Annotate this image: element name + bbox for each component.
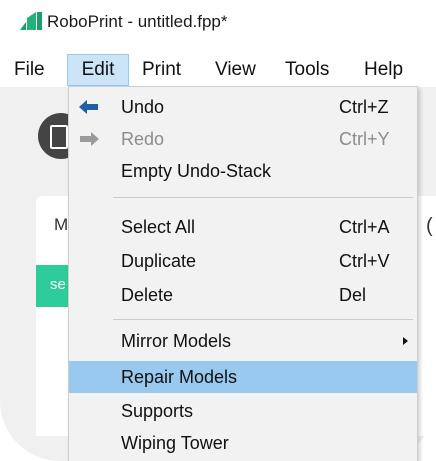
menu-item-label: Duplicate	[121, 251, 197, 271]
menu-separator	[113, 197, 413, 198]
menu-item-label: Wiping Tower	[121, 433, 229, 453]
menu-item-shortcut: Ctrl+V	[339, 251, 390, 271]
panel-edge-glyph: (	[426, 215, 433, 237]
menu-edit[interactable]: Edit	[67, 54, 129, 86]
menu-item-delete[interactable]: Delete Del	[69, 279, 417, 311]
menu-item-wiping-tower[interactable]: Wiping Tower	[69, 427, 417, 459]
menu-item-label: Empty Undo-Stack	[121, 161, 272, 181]
menu-item-select-all[interactable]: Select All Ctrl+A	[69, 211, 417, 243]
menu-tools[interactable]: Tools	[285, 54, 329, 86]
menu-item-undo[interactable]: Undo Ctrl+Z	[69, 91, 417, 123]
arrow-right-icon	[80, 132, 99, 146]
menu-item-repair-models[interactable]: Repair Models	[69, 361, 417, 393]
menu-item-mirror-models[interactable]: Mirror Models	[69, 325, 417, 357]
menu-bar: File Edit Print View Tools Help	[0, 54, 436, 86]
menu-item-shortcut: Del	[339, 285, 367, 305]
document-icon	[50, 125, 68, 149]
menu-item-supports[interactable]: Supports	[69, 395, 417, 427]
menu-item-shortcut: Ctrl+A	[339, 217, 390, 237]
menu-item-shortcut: Ctrl+Z	[339, 97, 389, 117]
menu-print[interactable]: Print	[142, 54, 181, 86]
menu-item-label: Delete	[121, 285, 174, 305]
menu-item-label: Repair Models	[121, 367, 238, 387]
menu-item-duplicate[interactable]: Duplicate Ctrl+V	[69, 245, 417, 277]
menu-item-empty-undo-stack[interactable]: Empty Undo-Stack	[69, 155, 417, 187]
window-title: RoboPrint - untitled.fpp*	[47, 12, 228, 31]
panel-bar-text: se	[50, 276, 66, 293]
menu-item-label: Mirror Models	[121, 331, 232, 351]
menu-file[interactable]: File	[14, 54, 45, 86]
menu-item-redo[interactable]: Redo Ctrl+Y	[69, 123, 417, 155]
edit-menu-dropdown: Undo Ctrl+Z Redo Ctrl+Y Empty Undo-Stack…	[68, 86, 418, 461]
chevron-right-icon	[403, 337, 408, 345]
app-window: RoboPrint - untitled.fpp* File Edit Prin…	[0, 0, 436, 461]
menu-item-label: Redo	[121, 129, 165, 149]
menu-view[interactable]: View	[215, 54, 256, 86]
arrow-left-icon	[79, 100, 98, 114]
menu-help[interactable]: Help	[364, 54, 403, 86]
app-logo-icon	[20, 12, 42, 30]
menu-item-label: Supports	[121, 401, 194, 421]
menu-item-label: Undo	[121, 97, 165, 117]
menu-item-shortcut: Ctrl+Y	[339, 129, 390, 149]
panel-label: M	[54, 215, 69, 234]
menu-separator	[113, 319, 413, 320]
menu-item-label: Select All	[121, 217, 196, 237]
title-bar: RoboPrint - untitled.fpp*	[0, 0, 436, 44]
